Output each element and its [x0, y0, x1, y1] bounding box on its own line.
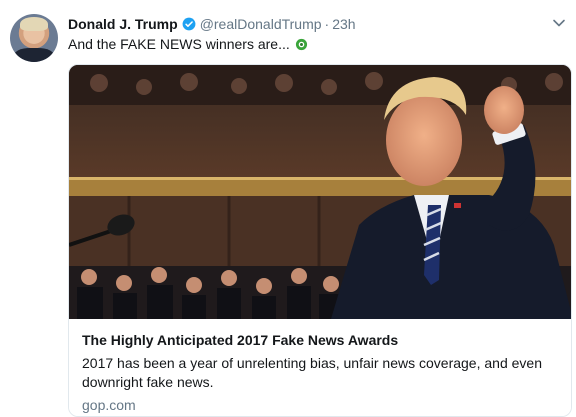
tweet-header: Donald J. Trump @realDonaldTrump · 23h	[68, 14, 356, 34]
avatar[interactable]	[10, 14, 58, 62]
timestamp[interactable]: 23h	[332, 16, 355, 32]
card-description: 2017 has been a year of unrelenting bias…	[82, 355, 542, 390]
author-name[interactable]: Donald J. Trump	[68, 16, 178, 32]
card-domain: gop.com	[82, 397, 136, 413]
card-photo[interactable]	[69, 65, 572, 319]
tweet[interactable]: Donald J. Trump @realDonaldTrump · 23h A…	[0, 0, 576, 417]
tweet-text: And the FAKE NEWS winners are...	[68, 36, 290, 52]
separator-dot: ·	[324, 16, 330, 32]
verified-badge-icon	[182, 17, 196, 31]
author-handle[interactable]: @realDonaldTrump	[200, 16, 322, 32]
tweet-text-row: And the FAKE NEWS winners are...	[68, 36, 308, 52]
link-card[interactable]: The Highly Anticipated 2017 Fake News Aw…	[68, 64, 572, 417]
card-body[interactable]: The Highly Anticipated 2017 Fake News Aw…	[69, 319, 571, 416]
chevron-down-icon[interactable]	[552, 16, 566, 30]
green-circle-emoji-icon	[295, 38, 307, 50]
card-title[interactable]: The Highly Anticipated 2017 Fake News Aw…	[82, 332, 398, 348]
